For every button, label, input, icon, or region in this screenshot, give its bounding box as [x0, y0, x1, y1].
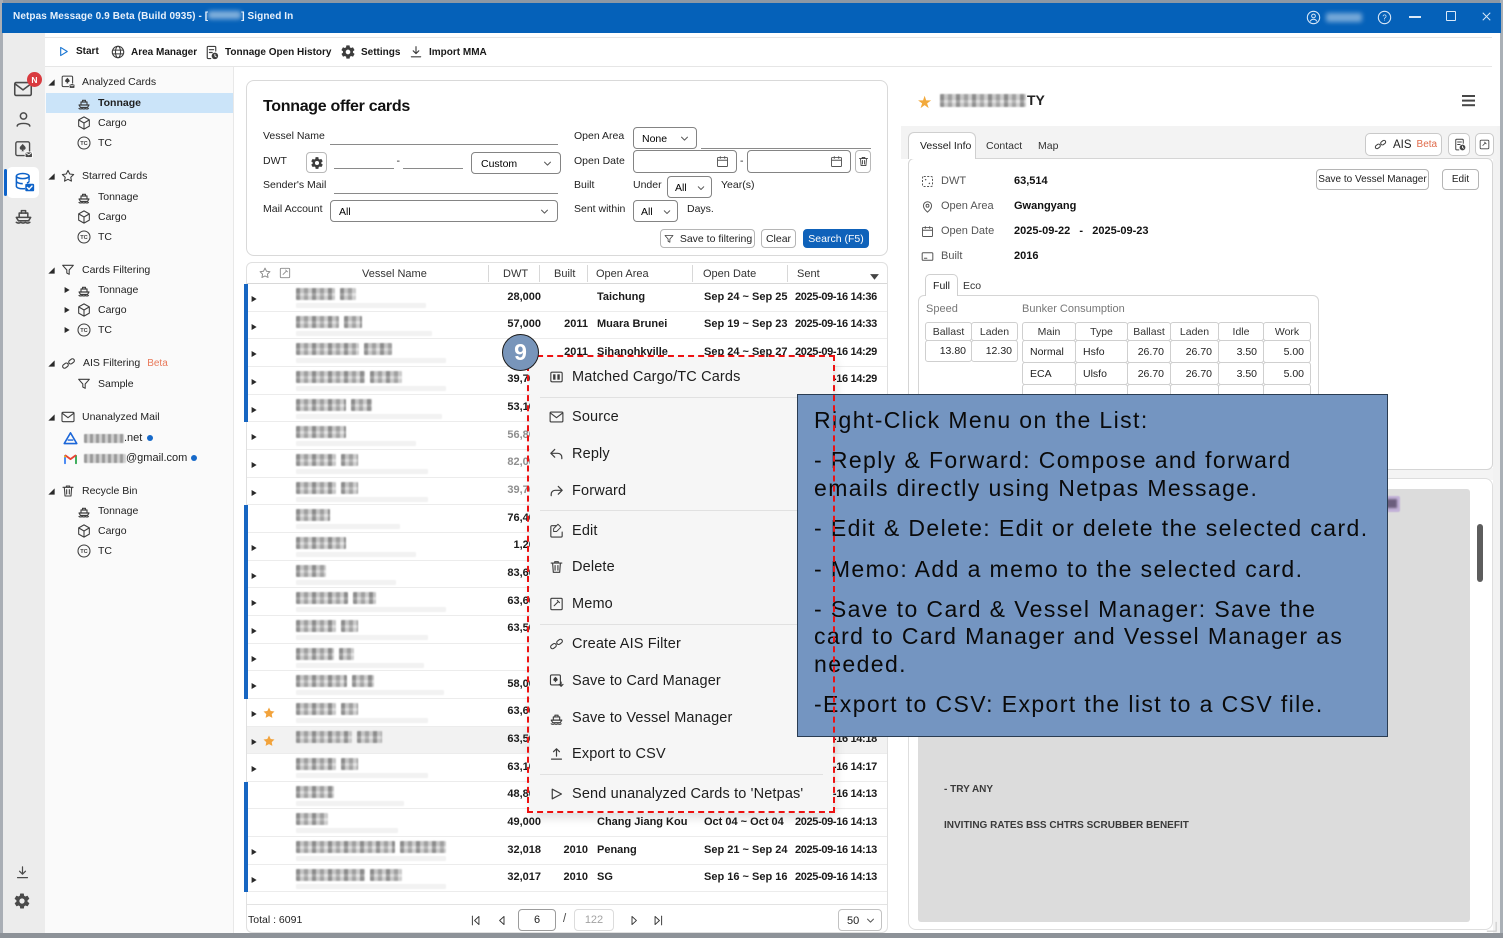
- svg-text:?: ?: [1382, 13, 1387, 22]
- svg-text:TC: TC: [80, 549, 88, 555]
- svg-text:TC: TC: [80, 141, 88, 147]
- svg-text:TC: TC: [80, 235, 88, 241]
- svg-text:TC: TC: [80, 328, 88, 334]
